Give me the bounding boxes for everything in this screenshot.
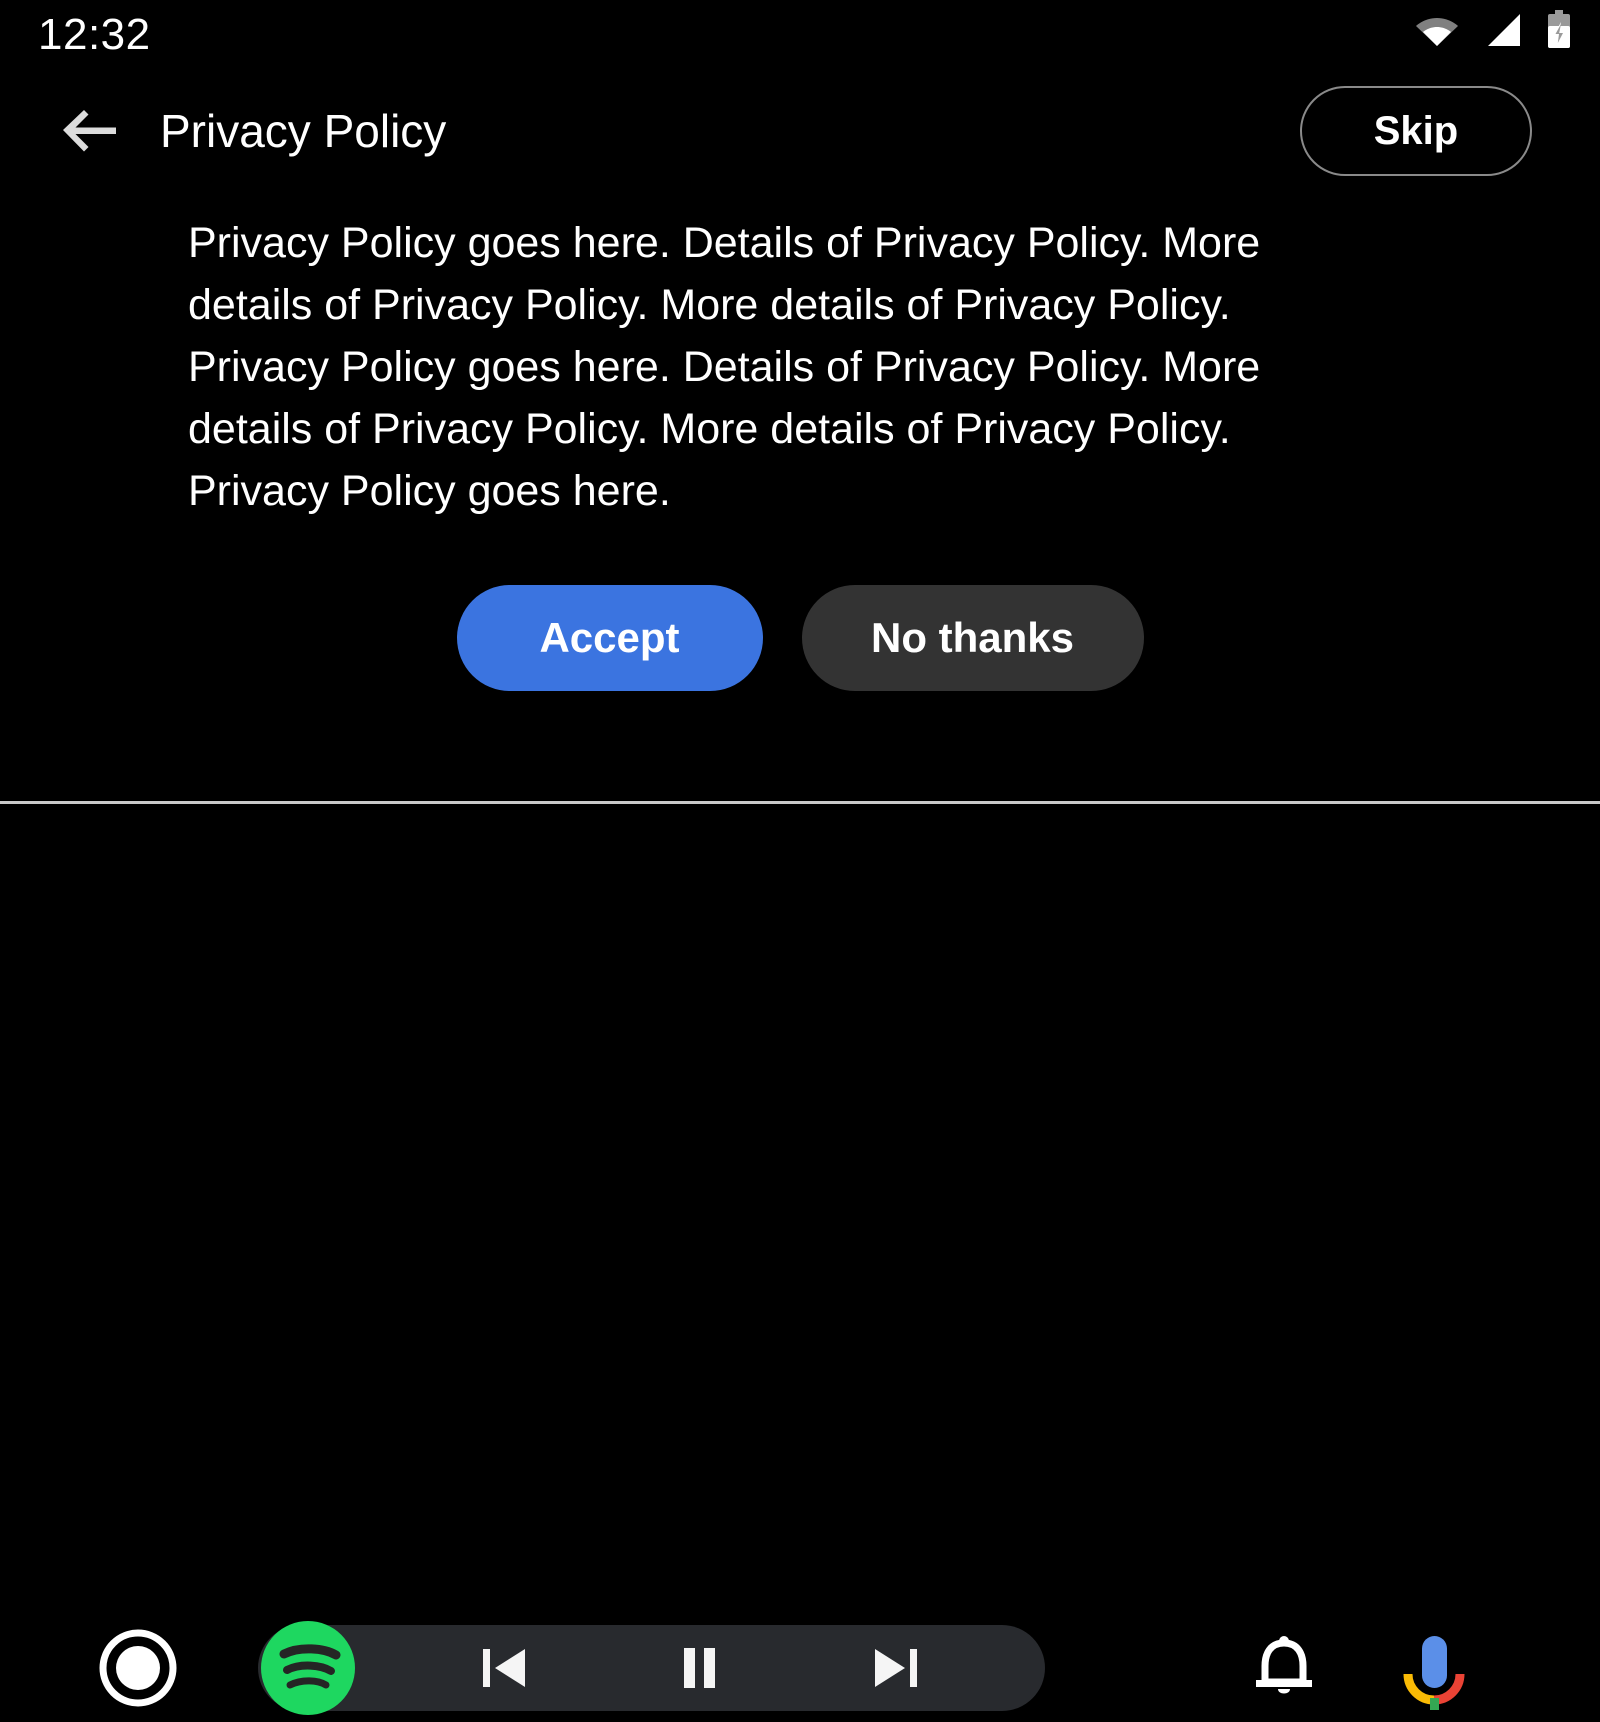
spotify-icon[interactable] <box>254 1614 362 1722</box>
status-clock: 12:32 <box>38 10 151 59</box>
skip-next-icon[interactable] <box>865 1638 925 1698</box>
pause-icon[interactable] <box>670 1638 730 1698</box>
no-thanks-button[interactable]: No thanks <box>801 585 1144 691</box>
privacy-policy-text: Privacy Policy goes here. Details of Pri… <box>188 219 1261 515</box>
bottom-nav-bar <box>0 804 1600 1715</box>
battery-charging-icon <box>1548 10 1570 48</box>
google-assistant-mic-icon[interactable] <box>1396 1630 1472 1710</box>
status-bar: 12:32 <box>0 0 1600 72</box>
cell-signal-icon <box>1488 14 1520 46</box>
accept-button[interactable]: Accept <box>456 585 763 691</box>
skip-previous-icon[interactable] <box>475 1638 535 1698</box>
media-control-pill <box>258 1621 1045 1715</box>
back-arrow-icon[interactable] <box>58 98 122 162</box>
page-title: Privacy Policy <box>160 105 447 157</box>
wifi-icon <box>1416 18 1458 46</box>
status-icon-group <box>1414 10 1572 50</box>
home-circle-icon[interactable] <box>98 1628 178 1708</box>
page-header: Privacy Policy Skip <box>0 72 1600 190</box>
android-auto-screen: 12:32 Privacy Policy Skip Privacy Policy… <box>0 0 1600 1715</box>
action-button-row: Accept No thanks <box>0 585 1600 691</box>
skip-button[interactable]: Skip <box>1300 86 1532 176</box>
bell-icon[interactable] <box>1248 1632 1320 1704</box>
